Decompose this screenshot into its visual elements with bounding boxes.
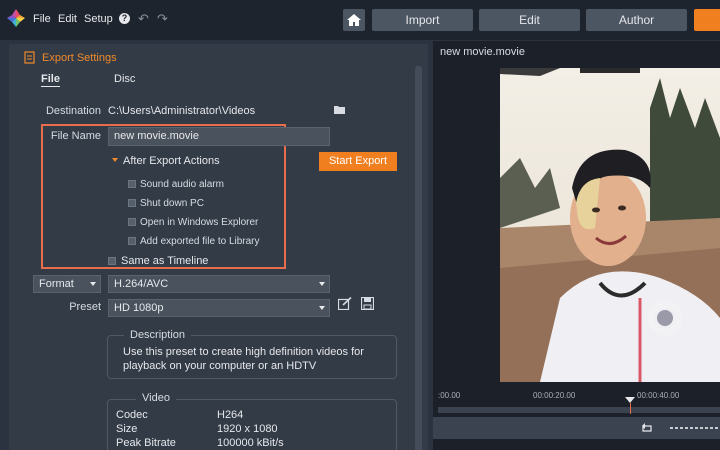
- filename-label: File Name: [50, 130, 101, 142]
- preview-title: new movie.movie: [440, 46, 525, 58]
- format-select-label: Format: [39, 278, 74, 290]
- checkbox-label: Open in Windows Explorer: [140, 217, 259, 228]
- description-title: Description: [124, 329, 192, 341]
- chevron-down-icon: [319, 306, 325, 310]
- same-as-timeline-label: Same as Timeline: [121, 255, 209, 267]
- after-export-label[interactable]: After Export Actions: [123, 155, 220, 167]
- timeline-label: :00.00: [438, 391, 461, 400]
- spec-value: 1920 x 1080: [217, 423, 278, 435]
- subtab-file[interactable]: File: [41, 73, 60, 87]
- checkbox-label: Add exported file to Library: [140, 236, 260, 247]
- destination-label: Destination: [45, 105, 101, 117]
- home-button[interactable]: [343, 9, 365, 31]
- format-select[interactable]: Format: [33, 275, 101, 293]
- preset-select[interactable]: HD 1080p: [108, 299, 330, 317]
- description-text: Use this preset to create high definitio…: [123, 346, 364, 372]
- tab-author[interactable]: Author: [586, 9, 687, 31]
- checkbox-open-explorer[interactable]: [128, 218, 136, 226]
- save-icon[interactable]: [361, 297, 374, 310]
- destination-value: C:\Users\Administrator\Videos: [108, 105, 256, 117]
- home-icon: [347, 14, 361, 26]
- chevron-down-icon: [90, 282, 96, 286]
- menu-setup[interactable]: Setup: [84, 13, 113, 25]
- spec-label: Codec: [116, 409, 148, 421]
- checkbox-label: Shut down PC: [140, 198, 204, 209]
- checkbox-same-as-timeline[interactable]: [108, 257, 116, 265]
- subtab-disc[interactable]: Disc: [114, 73, 135, 85]
- edit-icon[interactable]: [338, 297, 352, 310]
- undo-icon[interactable]: ↶: [138, 11, 149, 27]
- checkbox-add-library[interactable]: [128, 237, 136, 245]
- spec-label: Peak Bitrate: [116, 437, 176, 449]
- chevron-down-icon[interactable]: [112, 158, 118, 162]
- panel-title: Export Settings: [42, 52, 117, 64]
- export-icon: [24, 51, 35, 64]
- video-specs-title: Video: [136, 392, 176, 404]
- timeline-label: 00:00:40.00: [637, 391, 680, 400]
- timeline-label: 00:00:20.00: [533, 391, 576, 400]
- checkbox-shutdown[interactable]: [128, 199, 136, 207]
- spec-value: 100000 kBit/s: [217, 437, 284, 449]
- help-icon[interactable]: ?: [119, 13, 130, 24]
- playhead-line: [630, 403, 631, 414]
- loop-icon[interactable]: [641, 422, 653, 433]
- timeline-track[interactable]: [438, 407, 720, 413]
- tab-export[interactable]: [694, 9, 720, 31]
- folder-icon[interactable]: [334, 105, 345, 114]
- tab-import[interactable]: Import: [372, 9, 473, 31]
- start-export-button[interactable]: Start Export: [319, 152, 397, 171]
- codec-select[interactable]: H.264/AVC: [108, 275, 330, 293]
- panel-scrollbar[interactable]: [415, 66, 422, 450]
- redo-icon[interactable]: ↷: [157, 11, 168, 27]
- menu-edit[interactable]: Edit: [58, 13, 77, 25]
- spec-label: Size: [116, 423, 138, 435]
- checkbox-label: Sound audio alarm: [140, 179, 224, 190]
- jog-shuttle-slider[interactable]: [670, 427, 720, 429]
- filename-input[interactable]: new movie.movie: [108, 127, 330, 146]
- spec-value: H264: [217, 409, 244, 421]
- codec-select-value: H.264/AVC: [114, 278, 169, 290]
- video-preview[interactable]: [500, 68, 720, 382]
- app-logo-icon: [7, 9, 25, 27]
- checkbox-sound-alarm[interactable]: [128, 180, 136, 188]
- preset-label: Preset: [69, 301, 101, 313]
- preset-select-value: HD 1080p: [114, 302, 164, 314]
- tab-edit[interactable]: Edit: [479, 9, 580, 31]
- chevron-down-icon: [319, 282, 325, 286]
- menu-file[interactable]: File: [33, 13, 51, 25]
